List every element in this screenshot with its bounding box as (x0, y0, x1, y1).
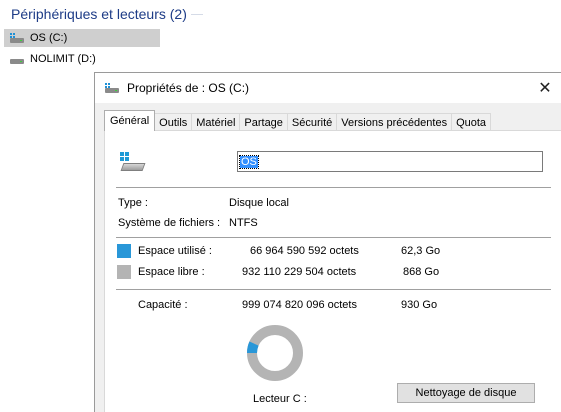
capacity-label: Capacité : (138, 299, 188, 311)
free-space-swatch (117, 265, 131, 279)
used-space-human: 62,3 Go (401, 245, 441, 257)
dialog-drive-icon (105, 83, 119, 93)
free-space-human: 868 Go (403, 266, 440, 278)
tab-general[interactable]: Général (104, 110, 156, 131)
free-space-bytes: 932 110 229 504 octets (242, 266, 357, 278)
disk-cleanup-button[interactable]: Nettoyage de disque (397, 383, 535, 403)
tab-tools[interactable]: Outils (154, 113, 193, 131)
general-tab-panel: OS Type : Disque local Système de fichie… (104, 130, 561, 412)
close-icon[interactable]: ✕ (529, 73, 561, 103)
section-header-devices[interactable]: Périphériques et lecteurs (2) (11, 6, 203, 22)
used-space-swatch (117, 244, 131, 258)
properties-dialog: Propriétés de : OS (C:) ✕ Général Outils… (94, 72, 561, 412)
section-header-rule (190, 13, 203, 15)
drive-letter-label: Lecteur C : (253, 393, 307, 405)
filesystem-label: Système de fichiers : (118, 217, 221, 229)
tab-strip: Général Outils Matériel Partage Sécurité… (104, 110, 492, 131)
windows-drive-icon-large (120, 152, 146, 174)
used-space-label: Espace utilisé : (138, 245, 212, 257)
dialog-titlebar[interactable]: Propriétés de : OS (C:) ✕ (95, 73, 561, 103)
type-label: Type : (118, 197, 148, 209)
windows-drive-icon (10, 33, 24, 43)
tab-hardware[interactable]: Matériel (191, 113, 241, 131)
separator (116, 237, 551, 238)
used-space-bytes: 66 964 590 592 octets (250, 245, 359, 257)
tab-sharing[interactable]: Partage (239, 113, 288, 131)
tab-previous-versions[interactable]: Versions précédentes (336, 113, 453, 131)
drive-name-input[interactable]: OS (237, 151, 543, 172)
capacity-human: 930 Go (401, 299, 438, 311)
drive-item-d[interactable]: NOLIMIT (D:) (4, 50, 96, 68)
dialog-title: Propriétés de : OS (C:) (127, 81, 250, 95)
drive-icon (10, 54, 24, 64)
separator (116, 187, 551, 188)
section-header-label: Périphériques et lecteurs (2) (11, 6, 187, 22)
filesystem-value: NTFS (229, 217, 258, 229)
drive-label-d: NOLIMIT (D:) (30, 53, 96, 65)
capacity-bytes: 999 074 820 096 octets (242, 299, 357, 311)
tab-quota[interactable]: Quota (451, 113, 492, 131)
disk-usage-donut (247, 325, 303, 381)
type-value: Disque local (229, 197, 289, 209)
separator (116, 289, 551, 290)
drive-name-value: OS (239, 154, 259, 169)
used-space-arc (247, 341, 259, 354)
tab-security[interactable]: Sécurité (286, 113, 338, 131)
drive-label-c: OS (C:) (30, 32, 68, 44)
free-space-label: Espace libre : (138, 266, 205, 278)
drive-item-c[interactable]: OS (C:) (4, 29, 160, 47)
free-space-ring (247, 325, 303, 381)
